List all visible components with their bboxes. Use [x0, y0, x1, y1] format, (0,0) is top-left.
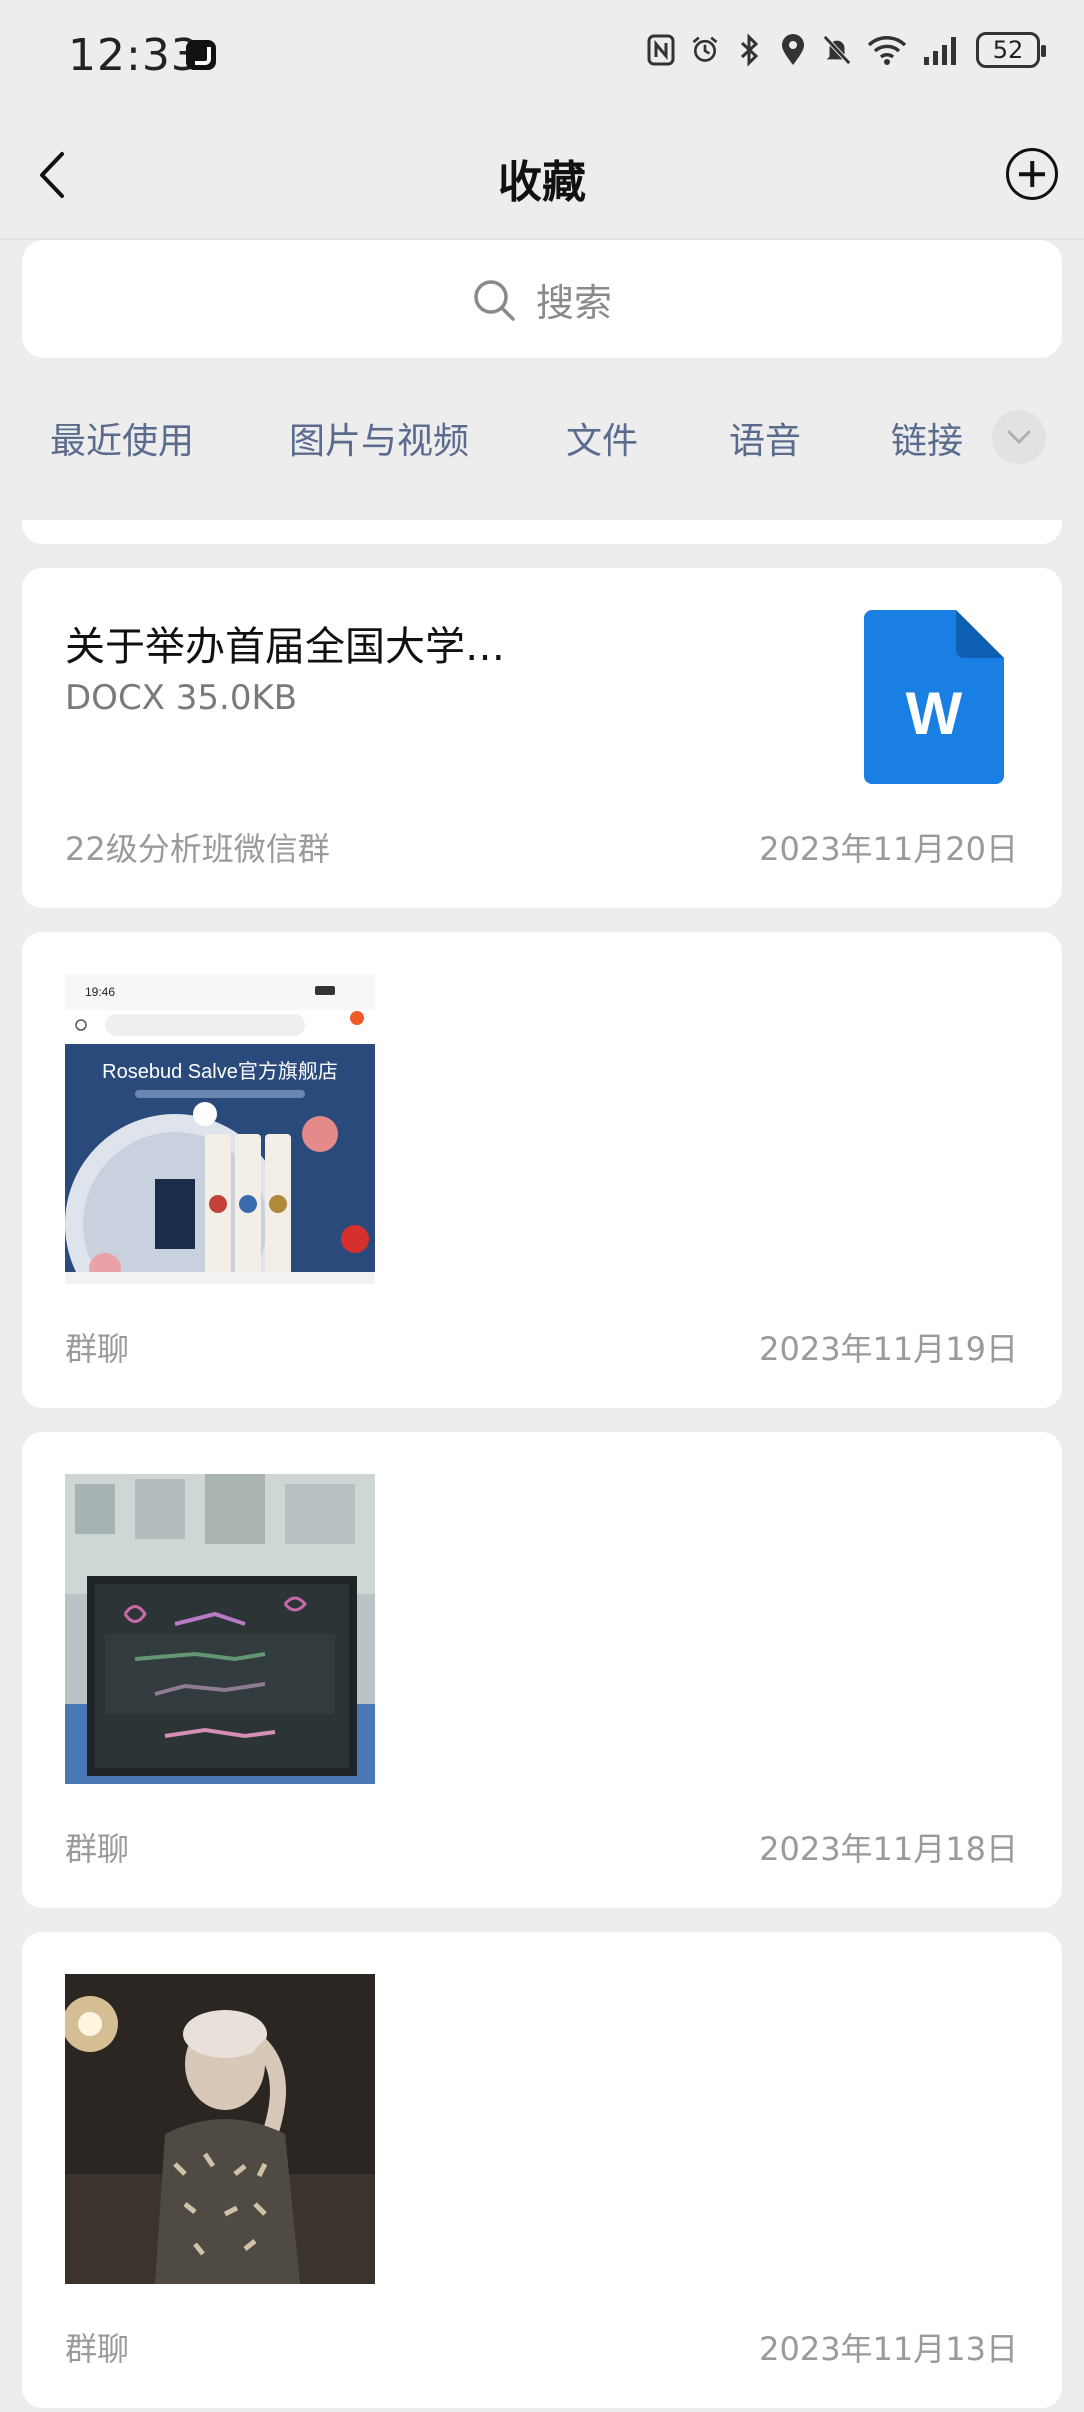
list-item-partial[interactable]	[22, 520, 1062, 544]
nav-header: 收藏	[0, 110, 1084, 240]
status-icons: 52	[646, 32, 1046, 68]
mute-icon	[823, 35, 851, 65]
location-icon	[782, 34, 804, 65]
search-bar[interactable]: 搜索	[22, 240, 1062, 358]
status-bar: 12:33 52	[0, 0, 1084, 110]
nfc-icon	[647, 34, 675, 66]
item-date: 2023年11月13日	[759, 2330, 1018, 2368]
expand-tabs-button[interactable]	[992, 410, 1046, 464]
search-icon	[474, 279, 515, 321]
favorite-item-image[interactable]: 群聊 2023年11月13日	[22, 1932, 1062, 2408]
word-document-icon: W	[864, 610, 1004, 784]
wifi-icon	[867, 36, 907, 65]
status-time: 12:33	[68, 30, 200, 81]
tab-images-videos[interactable]: 图片与视频	[289, 412, 469, 464]
alarm-icon	[692, 36, 718, 62]
page-title: 收藏	[498, 157, 586, 208]
favorite-item-image[interactable]: 群聊 2023年11月18日	[22, 1432, 1062, 1908]
tab-files[interactable]: 文件	[566, 412, 638, 464]
category-tabs: 最近使用 图片与视频 文件 语音 链接	[0, 408, 1084, 472]
item-source: 22级分析班微信群	[65, 830, 330, 868]
item-source: 群聊	[65, 1830, 130, 1868]
file-meta: DOCX 35.0KB	[65, 678, 298, 718]
search-placeholder: 搜索	[535, 281, 612, 325]
thumb-store-name: Rosebud Salve官方旗舰店	[102, 1060, 338, 1083]
item-date: 2023年11月19日	[759, 1330, 1018, 1368]
chevron-down-icon	[1007, 430, 1031, 444]
item-source: 群聊	[65, 1330, 130, 1368]
favorite-item-image[interactable]: 19:46 Rosebud Salve官方旗舰店 群聊 2023年11月19日	[22, 932, 1062, 1408]
battery-indicator: 52	[976, 32, 1046, 68]
tiktok-notification-icon	[186, 40, 216, 70]
file-title: 关于举办首届全国大学生职业规划…	[65, 624, 505, 670]
word-icon-letter: W	[906, 680, 963, 747]
tab-recent[interactable]: 最近使用	[50, 412, 194, 464]
item-source: 群聊	[65, 2330, 130, 2368]
tab-links[interactable]: 链接	[891, 412, 963, 464]
favorite-item-file[interactable]: 关于举办首届全国大学生职业规划… DOCX 35.0KB W 22级分析班微信群…	[22, 568, 1062, 908]
add-circle-button[interactable]	[1006, 148, 1058, 200]
image-thumbnail-portrait[interactable]	[65, 1974, 375, 2284]
thumb-time: 19:46	[85, 985, 115, 999]
tab-voice[interactable]: 语音	[729, 412, 801, 464]
image-thumbnail-store[interactable]: 19:46 Rosebud Salve官方旗舰店	[65, 974, 375, 1284]
item-date: 2023年11月18日	[759, 1830, 1018, 1868]
item-date: 2023年11月20日	[759, 830, 1018, 868]
signal-icon	[924, 37, 956, 65]
bluetooth-icon	[740, 33, 759, 67]
image-thumbnail-board[interactable]	[65, 1474, 375, 1784]
